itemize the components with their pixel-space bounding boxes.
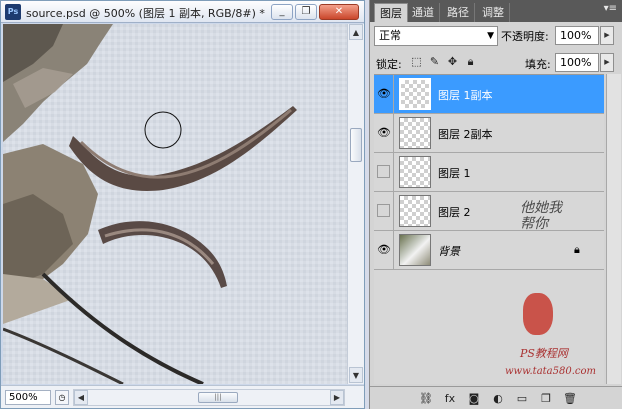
photoshop-app-icon: Ps: [5, 4, 21, 20]
lock-transparent-pixels-icon[interactable]: ⬚: [410, 55, 423, 69]
vertical-scrollbar[interactable]: ▲ ▼: [347, 24, 364, 384]
tab-channels[interactable]: 通道: [407, 3, 440, 22]
visibility-cell[interactable]: 👁︎: [374, 231, 394, 269]
panel-tab-bar: 图层 通道 路径 调整 ▾≡: [370, 0, 622, 22]
layer-row[interactable]: 👁︎ 背景 🔒︎: [374, 231, 604, 270]
canvas-image: [3, 24, 347, 384]
visibility-cell[interactable]: [374, 153, 394, 191]
visibility-cell[interactable]: [374, 192, 394, 230]
watermark-site-name: PS教程网: [520, 347, 568, 360]
document-titlebar[interactable]: Ps source.psd @ 500% (图层 1 副本, RGB/8#) *…: [1, 1, 364, 23]
hidden-visibility-box[interactable]: [377, 204, 390, 217]
watermark-seal: [523, 293, 553, 335]
lock-image-pixels-icon[interactable]: ✎: [428, 55, 441, 69]
close-icon[interactable]: ✕: [319, 4, 359, 20]
fill-label: 填充:: [525, 58, 551, 71]
eye-icon[interactable]: 👁︎: [377, 88, 391, 99]
restore-icon[interactable]: ❐: [295, 4, 317, 20]
lock-position-icon[interactable]: ✥: [446, 55, 459, 69]
layer-thumbnail: [399, 156, 431, 188]
adjustment-layer-icon[interactable]: ◐: [490, 391, 506, 406]
zoom-level-field[interactable]: 500%: [5, 390, 51, 405]
document-statusbar: 500% ◷ ||| ◀ ▶: [1, 385, 364, 408]
watermark-url: www.tata580.com: [505, 366, 597, 377]
layer-row[interactable]: 图层 1: [374, 153, 604, 192]
status-info-icon[interactable]: ◷: [55, 390, 69, 405]
layer-name: 图层 2副本: [438, 128, 493, 141]
horizontal-scroll-thumb[interactable]: |||: [198, 392, 238, 403]
tab-adjustments[interactable]: 调整: [477, 3, 510, 22]
fill-slider-icon[interactable]: ▶: [600, 53, 614, 72]
scroll-up-icon[interactable]: ▲: [349, 24, 363, 40]
link-layers-icon[interactable]: ⛓︎: [418, 391, 434, 406]
panel-menu-icon[interactable]: ▾≡: [604, 3, 617, 14]
opacity-slider-icon[interactable]: ▶: [600, 26, 614, 45]
minimize-icon[interactable]: _: [271, 4, 293, 20]
fill-field[interactable]: 100%: [555, 53, 599, 72]
new-group-icon[interactable]: ▭: [514, 391, 530, 406]
opacity-field[interactable]: 100%: [555, 26, 599, 45]
vertical-scroll-thumb[interactable]: [350, 128, 362, 162]
layers-panel: 图层 通道 路径 调整 ▾≡ 正常 ▼ 不透明度: 100% ▶ 锁定: ⬚ ✎…: [369, 0, 622, 409]
eye-icon[interactable]: 👁︎: [377, 127, 391, 138]
document-window: Ps source.psd @ 500% (图层 1 副本, RGB/8#) *…: [0, 0, 365, 409]
layer-name: 图层 1: [438, 167, 471, 180]
eye-icon[interactable]: 👁︎: [377, 244, 391, 255]
layers-panel-toolbar: ⛓︎ fx ◙ ◐ ▭ ❐ 🗑︎: [370, 386, 622, 409]
layer-thumbnail: [399, 195, 431, 227]
delete-layer-icon[interactable]: 🗑︎: [562, 391, 578, 406]
opacity-label: 不透明度:: [501, 30, 549, 43]
image-canvas[interactable]: [3, 24, 347, 384]
lock-all-icon[interactable]: 🔒︎: [464, 55, 477, 69]
layer-thumbnail: [399, 78, 431, 110]
hidden-visibility-box[interactable]: [377, 165, 390, 178]
document-title: source.psd @ 500% (图层 1 副本, RGB/8#) *: [26, 7, 265, 20]
tab-paths[interactable]: 路径: [442, 3, 475, 22]
lock-label: 锁定:: [376, 58, 402, 71]
chevron-down-icon: ▼: [487, 31, 494, 41]
layer-thumbnail: [399, 234, 431, 266]
layers-scrollbar[interactable]: [606, 74, 621, 384]
visibility-cell[interactable]: 👁︎: [374, 114, 394, 152]
tab-layers[interactable]: 图层: [374, 3, 408, 22]
layer-name: 背景: [438, 245, 460, 258]
new-layer-icon[interactable]: ❐: [538, 391, 554, 406]
horizontal-scrollbar[interactable]: ||| ◀ ▶: [73, 389, 345, 406]
blend-mode-select[interactable]: 正常 ▼: [374, 26, 498, 46]
blend-mode-value: 正常: [379, 29, 401, 42]
watermark-vertical-text: 他她我帮你: [520, 200, 562, 232]
scroll-right-icon[interactable]: ▶: [330, 390, 344, 405]
scroll-left-icon[interactable]: ◀: [74, 390, 88, 405]
visibility-cell[interactable]: 👁︎: [374, 75, 394, 113]
layer-style-icon[interactable]: fx: [442, 391, 458, 406]
layer-row[interactable]: 👁︎ 图层 2副本: [374, 114, 604, 153]
lock-icon: 🔒︎: [574, 243, 580, 256]
layer-name: 图层 2: [438, 206, 471, 219]
layer-row[interactable]: 👁︎ 图层 1副本: [374, 75, 604, 114]
layer-name: 图层 1副本: [438, 89, 493, 102]
layer-thumbnail: [399, 117, 431, 149]
photoshop-window: Ps source.psd @ 500% (图层 1 副本, RGB/8#) *…: [0, 0, 622, 409]
scroll-down-icon[interactable]: ▼: [349, 367, 363, 383]
add-mask-icon[interactable]: ◙: [466, 391, 482, 406]
